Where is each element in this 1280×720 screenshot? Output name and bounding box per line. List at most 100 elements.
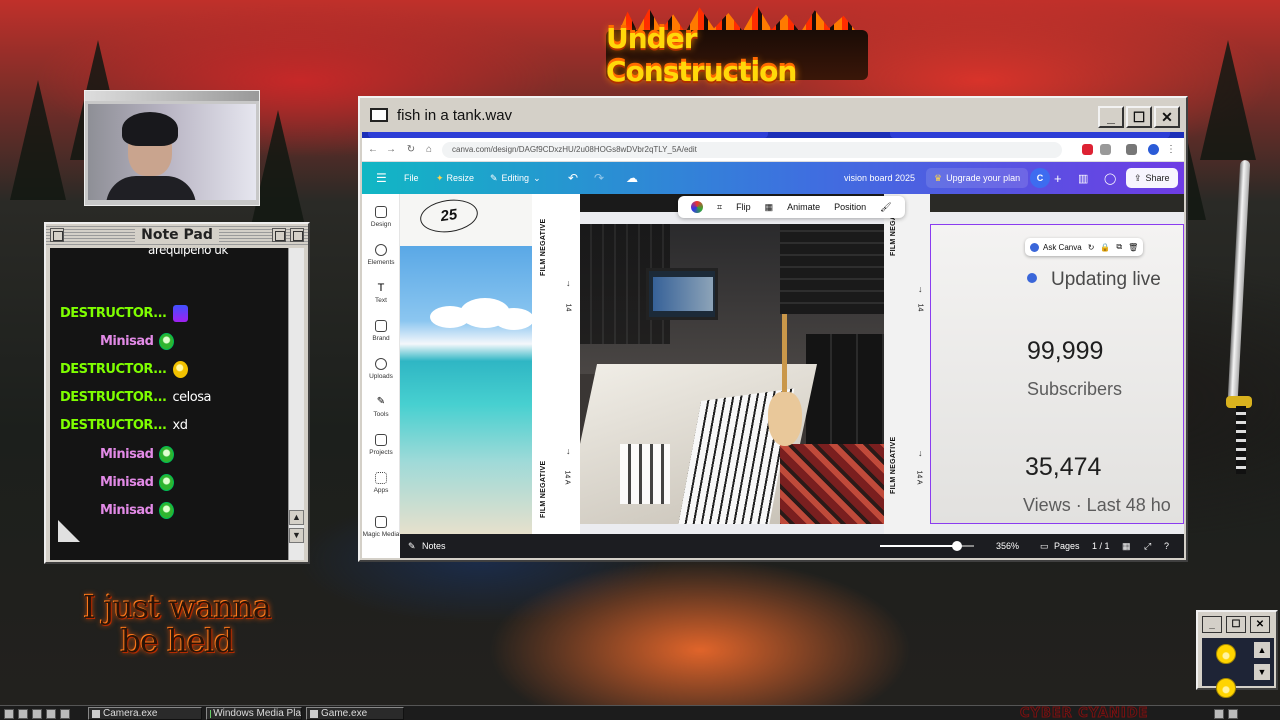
quicklaunch-icon[interactable] — [60, 709, 70, 719]
emote-icon — [172, 304, 188, 322]
sidebar-item-uploads[interactable]: Uploads — [362, 358, 400, 380]
delete-icon[interactable]: 🗑 — [1128, 243, 1138, 252]
taskbar-item-camera[interactable]: Camera.exe — [88, 707, 202, 720]
mini-maximize-button[interactable]: ☐ — [1226, 616, 1246, 633]
notepad-menu-button[interactable] — [50, 228, 64, 242]
webcam-window[interactable] — [84, 90, 260, 206]
extension-icon[interactable] — [1082, 144, 1093, 155]
sidebar-item-magic-media[interactable]: Magic Media — [362, 516, 400, 538]
hamburger-menu-icon[interactable]: ☰ — [376, 162, 387, 194]
help-icon[interactable]: ? — [1164, 541, 1169, 551]
resize-menu[interactable]: ✦ Resize — [436, 162, 474, 194]
minimize-button[interactable]: _ — [1098, 106, 1124, 128]
sidebar-item-apps[interactable]: Apps — [362, 472, 400, 494]
share-button[interactable]: ⇪ Share — [1126, 168, 1178, 188]
profile-avatar[interactable] — [1148, 144, 1159, 155]
address-bar[interactable]: canva.com/design/DAGf9CDxzHU/2u08HOGs8wD… — [442, 141, 1062, 158]
quicklaunch-icon[interactable] — [18, 709, 28, 719]
window-titlebar[interactable]: fish in a tank.wav _ ☐ ✕ — [360, 98, 1186, 132]
webcam-titlebar[interactable] — [85, 91, 259, 101]
upgrade-plan-button[interactable]: ♛ Upgrade your plan — [926, 168, 1029, 188]
paint-format-icon[interactable]: 🖌 — [880, 202, 891, 213]
extension-icon[interactable] — [1126, 144, 1137, 155]
duplicate-icon[interactable]: ⧉ — [1116, 242, 1122, 252]
notes-icon[interactable]: ✎ — [408, 541, 416, 552]
zoom-slider[interactable] — [880, 541, 974, 551]
sidebar-item-brand[interactable]: Brand — [362, 320, 400, 342]
design-canvas[interactable]: 25 FILM NEGATIVE FILM NEGATIVE ↓ ↓ 14 14… — [400, 194, 1184, 534]
regenerate-icon[interactable]: ↻ — [1088, 243, 1095, 252]
forward-icon[interactable]: → — [382, 144, 400, 155]
mini-minimize-button[interactable]: _ — [1202, 616, 1222, 633]
notepad-scrollbar[interactable]: ▲ ▼ — [288, 248, 304, 560]
lock-icon[interactable]: 🔒 — [1100, 243, 1110, 252]
menu-kebab-icon[interactable]: ⋮ — [1166, 144, 1177, 155]
flip-button[interactable]: Flip — [736, 202, 751, 212]
tray-icon[interactable] — [1228, 709, 1238, 719]
mini-close-button[interactable]: ✕ — [1250, 616, 1270, 633]
editing-menu[interactable]: ✎ Editing ⌄ — [490, 162, 541, 194]
crop-icon[interactable]: ⌗ — [717, 202, 722, 213]
design-name[interactable]: vision board 2025 — [844, 162, 915, 194]
sidebar-item-elements[interactable]: Elements — [362, 244, 400, 266]
webcam-feed — [88, 104, 256, 200]
notepad-titlebar[interactable]: Note Pad — [46, 224, 308, 246]
text-icon: T — [377, 282, 385, 294]
fullscreen-icon[interactable]: ⤢ — [1144, 541, 1151, 552]
notepad-minimize-button[interactable] — [272, 228, 286, 242]
sidebar-item-tools[interactable]: ✎ Tools — [362, 396, 400, 418]
position-button[interactable]: Position — [834, 202, 866, 212]
taskbar-item-game[interactable]: Game.exe — [306, 707, 404, 720]
user-avatar[interactable]: C — [1030, 168, 1050, 188]
zoom-slider-knob[interactable] — [952, 541, 963, 551]
extension-icon[interactable] — [1100, 144, 1111, 155]
caption-line-1: I just wanna — [83, 588, 272, 626]
main-window[interactable]: fish in a tank.wav _ ☐ ✕ ← → ↻ ⌂ canva.c… — [358, 96, 1188, 562]
sidebar-item-projects[interactable]: Projects — [362, 434, 400, 456]
zoom-level[interactable]: 356% — [996, 541, 1019, 551]
ask-canva-button[interactable]: Ask Canva — [1043, 243, 1082, 252]
sidebar-item-text[interactable]: T Text — [362, 282, 400, 304]
quicklaunch-icon[interactable] — [46, 709, 56, 719]
home-icon[interactable]: ⌂ — [420, 144, 438, 155]
quicklaunch-icon[interactable] — [32, 709, 42, 719]
stats-photo[interactable]: Ask Canva ↻ 🔒 ⧉ 🗑 Updating live 99,999 S… — [930, 224, 1184, 524]
chevron-down-icon: ⌄ — [533, 172, 541, 183]
close-button[interactable]: ✕ — [1154, 106, 1180, 128]
live-status: Updating live — [1051, 269, 1161, 290]
color-icon[interactable] — [691, 201, 703, 213]
tray-icon[interactable] — [1214, 709, 1224, 719]
notes-button[interactable]: Notes — [422, 541, 446, 551]
mini-scroll-down-icon[interactable]: ▼ — [1254, 664, 1270, 680]
transparency-icon[interactable]: ▦ — [765, 202, 774, 213]
number-sticker[interactable]: 25 — [418, 196, 480, 236]
resize-label: Resize — [446, 173, 475, 183]
animate-button[interactable]: Animate — [787, 202, 820, 212]
pages-icon[interactable]: ▭ — [1040, 541, 1049, 552]
cloud-save-icon[interactable]: ☁ — [626, 162, 638, 194]
taskbar-item-media-player[interactable]: Windows Media Pla — [206, 707, 302, 720]
mini-window[interactable]: _ ☐ ✕ ▲ ▼ — [1196, 610, 1278, 698]
beach-photo[interactable] — [400, 246, 534, 534]
sidebar-item-design[interactable]: Design — [362, 206, 400, 228]
grid-view-icon[interactable]: ▦ — [1122, 541, 1131, 552]
studio-photo[interactable] — [580, 224, 884, 524]
maximize-button[interactable]: ☐ — [1126, 106, 1152, 128]
redo-icon[interactable]: ↷ — [594, 162, 604, 194]
scroll-down-arrow-icon[interactable]: ▼ — [289, 528, 304, 543]
add-collaborator-icon[interactable]: + — [1054, 162, 1062, 194]
layout-icon — [375, 206, 387, 218]
back-icon[interactable]: ← — [364, 144, 382, 155]
start-icon[interactable] — [4, 709, 14, 719]
mini-scroll-up-icon[interactable]: ▲ — [1254, 642, 1270, 658]
scroll-up-arrow-icon[interactable]: ▲ — [289, 510, 304, 525]
notepad-window[interactable]: Note Pad arequipeño uk DESTRUCTOR... Min… — [44, 222, 310, 564]
reload-icon[interactable]: ↻ — [402, 144, 420, 155]
comments-icon[interactable]: ◯ — [1104, 162, 1116, 194]
pages-button[interactable]: Pages — [1054, 541, 1080, 551]
undo-icon[interactable]: ↶ — [568, 162, 578, 194]
crown-icon: ♛ — [934, 172, 943, 183]
notepad-maximize-button[interactable] — [290, 228, 304, 242]
insights-icon[interactable]: ▥ — [1078, 162, 1088, 194]
file-menu[interactable]: File — [404, 162, 419, 194]
